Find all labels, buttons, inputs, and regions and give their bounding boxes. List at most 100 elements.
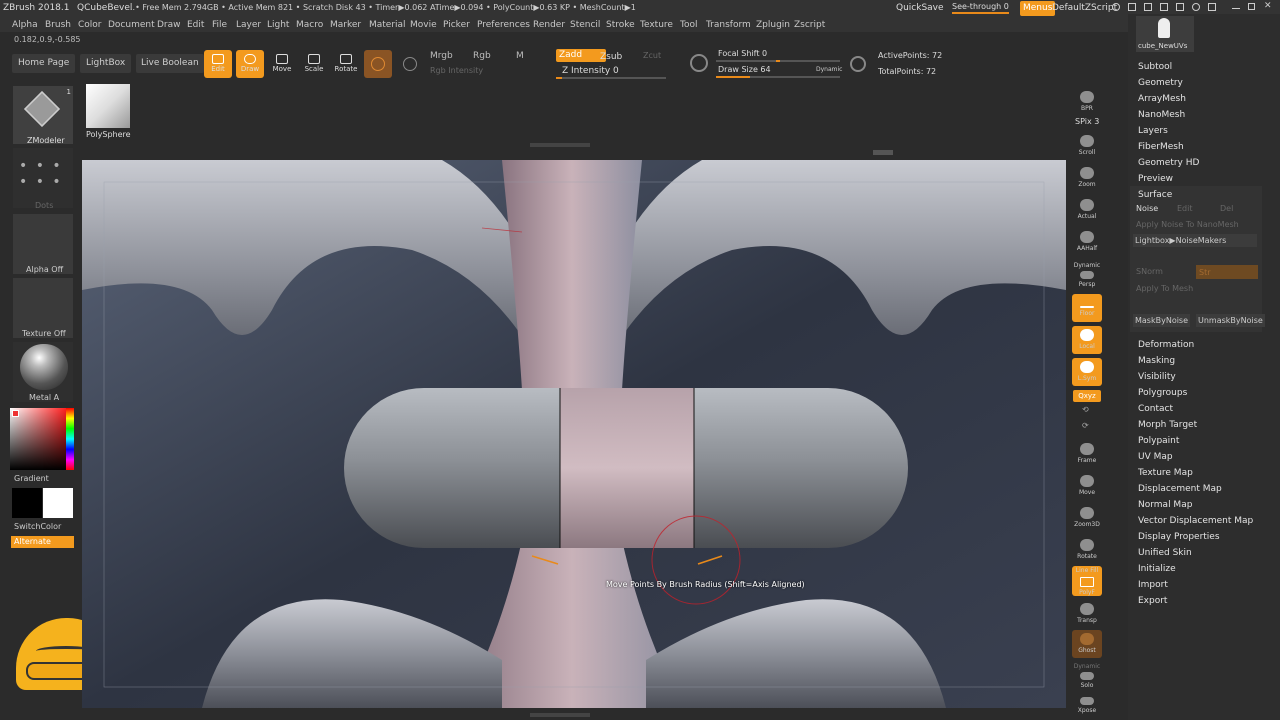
section-deformation[interactable]: Deformation xyxy=(1138,340,1194,350)
section-contact[interactable]: Contact xyxy=(1138,404,1173,414)
menu-material[interactable]: Material xyxy=(369,20,406,30)
m-button[interactable]: M xyxy=(516,52,524,61)
layout-icon[interactable] xyxy=(1128,3,1136,11)
menu-stencil[interactable]: Stencil xyxy=(570,20,600,30)
maximize-icon[interactable] xyxy=(1248,3,1255,10)
dynamic-size-toggle[interactable]: Dynamic xyxy=(816,66,842,73)
section-uv-map[interactable]: UV Map xyxy=(1138,452,1173,462)
noise-edit-button[interactable]: Edit xyxy=(1177,204,1193,213)
section-normal-map[interactable]: Normal Map xyxy=(1138,500,1192,510)
menu-file[interactable]: File xyxy=(212,20,227,30)
alternate-button[interactable]: Alternate xyxy=(11,536,74,548)
texture-sphere-button[interactable] xyxy=(396,50,424,78)
geometry-hd-section[interactable]: Geometry HD xyxy=(1138,158,1199,168)
tool-thumbnail[interactable]: PolySphere xyxy=(84,84,132,139)
edit-button[interactable]: Edit xyxy=(204,50,232,78)
brush-selector[interactable]: 1 ZModeler xyxy=(13,86,73,145)
section-export[interactable]: Export xyxy=(1138,596,1167,606)
menu-render[interactable]: Render xyxy=(533,20,565,30)
focal-shift-slider[interactable]: Focal Shift 0 xyxy=(718,50,767,58)
lightbox-button[interactable]: LightBox xyxy=(80,54,132,73)
menu-light[interactable]: Light xyxy=(267,20,289,30)
apply-to-mesh-button[interactable]: Apply To Mesh xyxy=(1136,284,1193,293)
aahalf-button[interactable]: AAHalf xyxy=(1072,228,1102,256)
hue-strip[interactable] xyxy=(66,408,74,470)
menu-stroke[interactable]: Stroke xyxy=(606,20,635,30)
texture-selector[interactable]: Texture Off xyxy=(13,278,73,338)
section-display-properties[interactable]: Display Properties xyxy=(1138,532,1220,542)
top-shelf-handle[interactable] xyxy=(530,143,590,147)
quicksave-button[interactable]: QuickSave xyxy=(896,4,944,13)
layers-section[interactable]: Layers xyxy=(1138,126,1168,136)
menu-texture[interactable]: Texture xyxy=(640,20,673,30)
surface-section[interactable]: Surface xyxy=(1138,190,1172,200)
rotate-view-button[interactable]: Rotate xyxy=(1072,536,1102,564)
apply-noise-nanomesh-button[interactable]: Apply Noise To NanoMesh xyxy=(1136,220,1239,229)
default-zscript-button[interactable]: DefaultZScript xyxy=(1052,4,1117,13)
menu-marker[interactable]: Marker xyxy=(330,20,361,30)
move-button[interactable]: Move xyxy=(268,50,296,78)
rgb-intensity-slider[interactable]: Rgb Intensity xyxy=(430,67,483,75)
menu-picker[interactable]: Picker xyxy=(443,20,470,30)
gyro-icon-2[interactable]: ⟳ xyxy=(1082,422,1089,430)
section-vector-displacement-map[interactable]: Vector Displacement Map xyxy=(1138,516,1253,526)
layout-icon-4[interactable] xyxy=(1176,3,1184,11)
local-button[interactable]: Local xyxy=(1072,326,1102,354)
lock-icon[interactable] xyxy=(1208,3,1216,11)
menu-transform[interactable]: Transform xyxy=(706,20,751,30)
persp-button[interactable]: Dynamic Persp xyxy=(1072,260,1102,288)
section-displacement-map[interactable]: Displacement Map xyxy=(1138,484,1222,494)
polyf-button[interactable]: Line Fill PolyF xyxy=(1072,566,1102,596)
layout-icon-3[interactable] xyxy=(1160,3,1168,11)
nanomesh-section[interactable]: NanoMesh xyxy=(1138,110,1185,120)
focal-shift-icon[interactable] xyxy=(690,54,708,72)
frame-button[interactable]: Frame xyxy=(1072,440,1102,468)
menu-brush[interactable]: Brush xyxy=(45,20,71,30)
secondary-color-swatch[interactable] xyxy=(12,488,42,518)
actual-button[interactable]: Actual xyxy=(1072,196,1102,224)
menu-layer[interactable]: Layer xyxy=(236,20,261,30)
menu-macro[interactable]: Macro xyxy=(296,20,323,30)
section-initialize[interactable]: Initialize xyxy=(1138,564,1176,574)
menu-zplugin[interactable]: Zplugin xyxy=(756,20,790,30)
floor-button[interactable]: Floor xyxy=(1072,294,1102,322)
arraymesh-section[interactable]: ArrayMesh xyxy=(1138,94,1186,104)
noise-button[interactable]: Noise xyxy=(1136,204,1158,213)
lsym-button[interactable]: L.Sym xyxy=(1072,358,1102,386)
scale-button[interactable]: Scale xyxy=(300,50,328,78)
lightbox-noisemakers-button[interactable]: Lightbox▶NoiseMakers xyxy=(1133,234,1257,247)
section-import[interactable]: Import xyxy=(1138,580,1168,590)
menu-tool[interactable]: Tool xyxy=(680,20,697,30)
see-through-slider[interactable]: See-through 0 xyxy=(952,3,1009,14)
section-masking[interactable]: Masking xyxy=(1138,356,1175,366)
menu-preferences[interactable]: Preferences xyxy=(477,20,530,30)
zoom3d-button[interactable]: Zoom3D xyxy=(1072,504,1102,532)
layout-icon-2[interactable] xyxy=(1144,3,1152,11)
qxyz-button[interactable]: Qxyz xyxy=(1073,390,1101,402)
move-view-button[interactable]: Move xyxy=(1072,472,1102,500)
xpose-button[interactable]: Xpose xyxy=(1072,694,1102,718)
menu-alpha[interactable]: Alpha xyxy=(12,20,38,30)
zsub-button[interactable]: Zsub xyxy=(600,53,622,62)
help-icon[interactable] xyxy=(1112,3,1120,11)
section-visibility[interactable]: Visibility xyxy=(1138,372,1176,382)
ghost-button[interactable]: Ghost xyxy=(1072,630,1102,658)
mrgb-button[interactable]: Mrgb xyxy=(430,52,453,61)
section-polygroups[interactable]: Polygroups xyxy=(1138,388,1187,398)
subtool-section[interactable]: Subtool xyxy=(1138,62,1172,72)
bottom-shelf-handle[interactable] xyxy=(530,713,590,717)
close-icon[interactable]: ✕ xyxy=(1264,2,1272,11)
menu-draw[interactable]: Draw xyxy=(157,20,181,30)
section-polypaint[interactable]: Polypaint xyxy=(1138,436,1179,446)
live-boolean-button[interactable]: Live Boolean xyxy=(136,54,204,73)
switch-color-button[interactable]: SwitchColor xyxy=(14,523,61,531)
menu-edit[interactable]: Edit xyxy=(187,20,204,30)
theme-icon[interactable] xyxy=(1192,3,1200,11)
stroke-selector[interactable]: • • • • • • Dots xyxy=(13,148,73,210)
material-selector[interactable]: Metal A xyxy=(13,342,73,402)
color-picker[interactable] xyxy=(10,408,74,470)
solo-button[interactable]: Dynamic Solo xyxy=(1072,662,1102,690)
menu-zscript[interactable]: Zscript xyxy=(794,20,825,30)
material-sphere-button[interactable] xyxy=(364,50,392,78)
menu-movie[interactable]: Movie xyxy=(410,20,437,30)
